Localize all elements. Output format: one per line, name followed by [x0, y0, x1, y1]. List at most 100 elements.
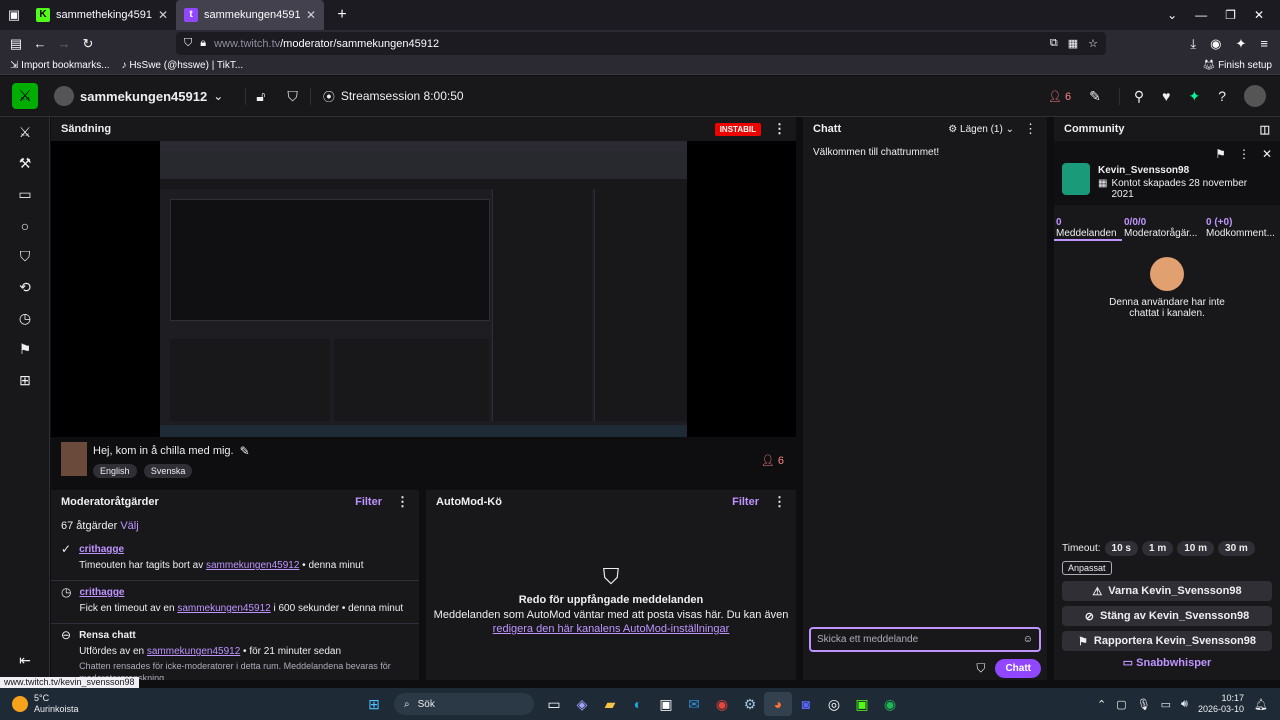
clock[interactable]: 10:17 2026-03-10: [1198, 693, 1244, 715]
close-icon[interactable]: ✕: [1262, 147, 1272, 161]
list-all-tabs-icon[interactable]: ⌄: [1167, 8, 1177, 22]
taskbar-search[interactable]: ⌕ Sök: [394, 693, 534, 715]
sword-icon[interactable]: ⚔: [0, 117, 50, 148]
history-icon[interactable]: ⟲: [0, 272, 50, 303]
chat-bubble-icon[interactable]: ▭: [0, 179, 50, 210]
copilot-icon[interactable]: ◈: [568, 692, 596, 716]
mod-link[interactable]: sammekungen45912: [147, 646, 240, 657]
sparkle-icon[interactable]: ✦: [1188, 88, 1200, 105]
reload-icon[interactable]: ↻: [76, 36, 100, 52]
ban-user-button[interactable]: ⊘ Stäng av Kevin_Svensson98: [1062, 606, 1272, 626]
exit-icon[interactable]: ⇤: [0, 645, 50, 676]
sidebar-toggle-icon[interactable]: ▤: [4, 36, 28, 52]
timeout-1m-button[interactable]: 1 m: [1142, 541, 1174, 556]
shield-icon[interactable]: ⛉: [0, 241, 50, 272]
file-explorer-icon[interactable]: ▰: [596, 692, 624, 716]
back-icon[interactable]: ←: [28, 36, 52, 51]
automod-settings-link[interactable]: redigera den här kanalens AutoMod-instäl…: [426, 623, 796, 635]
chrome-icon[interactable]: ◉: [708, 692, 736, 716]
bookmark-star-icon[interactable]: ☆: [1088, 37, 1098, 50]
close-tab-icon[interactable]: ✕: [306, 8, 316, 22]
mod-link[interactable]: sammekungen45912: [206, 560, 299, 571]
edit-icon[interactable]: ✎: [1089, 88, 1101, 105]
shield-icon[interactable]: ⛉: [275, 88, 310, 105]
menu-icon[interactable]: ≡: [1260, 36, 1268, 52]
username[interactable]: Kevin_Svensson98: [1098, 165, 1268, 176]
chevron-up-icon[interactable]: ⌃: [1097, 698, 1106, 711]
spotify-icon[interactable]: ◉: [876, 692, 904, 716]
video-player[interactable]: [160, 141, 687, 437]
minimize-icon[interactable]: —: [1195, 8, 1207, 22]
close-tab-icon[interactable]: ✕: [158, 8, 168, 22]
microphone-icon[interactable]: 🎙︎: [1137, 698, 1151, 711]
expand-icon[interactable]: ◫: [1260, 123, 1270, 136]
tag-pill[interactable]: English: [93, 464, 137, 478]
avatar[interactable]: [1244, 85, 1266, 107]
forward-icon[interactable]: →: [52, 36, 76, 51]
timeout-30m-button[interactable]: 30 m: [1218, 541, 1255, 556]
chat-input[interactable]: Skicka ett meddelande ☺: [809, 627, 1041, 652]
add-widget-icon[interactable]: ⊞: [0, 365, 50, 396]
obs-icon[interactable]: ◎: [820, 692, 848, 716]
more-options-icon[interactable]: ⋮: [1024, 121, 1037, 137]
network-icon[interactable]: ▭: [1161, 698, 1171, 711]
circle-icon[interactable]: ○: [0, 210, 50, 241]
send-chat-button[interactable]: Chatt: [995, 659, 1041, 678]
lock-icon[interactable]: 🔓︎: [245, 87, 275, 105]
window-close-icon[interactable]: ✕: [1254, 8, 1264, 22]
task-view-icon[interactable]: ▭: [540, 692, 568, 716]
more-options-icon[interactable]: ⋮: [1238, 147, 1250, 161]
flag-icon[interactable]: ⚑: [1215, 147, 1226, 161]
shield-icon[interactable]: ⛉: [976, 661, 985, 676]
tab-list-icon[interactable]: ▣: [0, 7, 28, 23]
select-link[interactable]: Välj: [120, 520, 138, 532]
bookmark-import[interactable]: ⇲ Import bookmarks...: [10, 60, 110, 71]
help-icon[interactable]: ?: [1218, 88, 1226, 104]
mod-view-logo[interactable]: ⚔: [12, 83, 38, 109]
chat-modes-dropdown[interactable]: ⚙ Lägen (1) ⌄: [948, 124, 1014, 135]
weather-widget[interactable]: 5°C Aurinkoista: [0, 693, 200, 715]
report-user-button[interactable]: ⚑ Rapportera Kevin_Svensson98: [1062, 631, 1272, 651]
timer-icon[interactable]: ◷: [0, 303, 50, 334]
edit-icon[interactable]: ✎: [240, 444, 250, 458]
tag-pill[interactable]: Svenska: [143, 464, 193, 478]
user-link[interactable]: crithagge: [79, 542, 363, 558]
tab-mod-actions[interactable]: 0/0/0 Moderatorågär...: [1122, 217, 1204, 241]
volume-icon[interactable]: 🔊︎: [1181, 698, 1188, 711]
warn-user-button[interactable]: ⚠ Varna Kevin_Svensson98: [1062, 581, 1272, 601]
heart-icon[interactable]: ♥: [1162, 88, 1170, 104]
tab-mod-comments[interactable]: 0 (+0) Modkomment...: [1204, 217, 1280, 241]
viewer-count[interactable]: 👤︎ 6: [1048, 90, 1071, 103]
firefox-icon[interactable]: ◕: [764, 692, 792, 716]
extensions-icon[interactable]: ✦: [1236, 36, 1247, 52]
downloads-icon[interactable]: ⤓: [1190, 36, 1196, 52]
tab-messages[interactable]: 0 Meddelanden: [1054, 217, 1122, 241]
outlook-icon[interactable]: ✉: [680, 692, 708, 716]
bookmark-finish-setup[interactable]: 🦊︎ Finish setup: [1203, 60, 1280, 71]
new-tab-icon[interactable]: +: [330, 6, 354, 24]
maximize-icon[interactable]: ❐: [1225, 8, 1236, 22]
custom-timeout-button[interactable]: Anpassat: [1062, 561, 1112, 575]
store-icon[interactable]: ▣: [652, 692, 680, 716]
steam-icon[interactable]: ⚙: [736, 692, 764, 716]
windows-start-icon[interactable]: ⊞: [360, 692, 388, 716]
quick-whisper-button[interactable]: ▭ Snabbwhisper: [1054, 656, 1280, 669]
discord-icon[interactable]: ◙: [792, 692, 820, 716]
notification-bell-icon[interactable]: 🔔︎: [1254, 698, 1268, 711]
url-bar[interactable]: ⛉ 🔒︎ www.twitch.tv/moderator/sammekungen…: [176, 32, 1106, 55]
tray-app-icon[interactable]: ▢: [1116, 698, 1126, 711]
kick-app-icon[interactable]: ▣: [848, 692, 876, 716]
timeout-10m-button[interactable]: 10 m: [1177, 541, 1215, 556]
timeout-10s-button[interactable]: 10 s: [1104, 541, 1138, 556]
more-options-icon[interactable]: ⋮: [773, 121, 786, 137]
filter-button[interactable]: Filter: [355, 496, 382, 508]
mod-link[interactable]: sammekungen45912: [177, 603, 270, 614]
filter-button[interactable]: Filter: [732, 496, 759, 508]
pin-icon[interactable]: ⚲: [1118, 87, 1144, 105]
picture-in-picture-icon[interactable]: ⧉: [1050, 37, 1058, 50]
report-icon[interactable]: ⚑: [0, 334, 50, 365]
hammer-icon[interactable]: ⚒: [0, 148, 50, 179]
account-icon[interactable]: ◉: [1210, 36, 1221, 52]
more-options-icon[interactable]: ⋮: [773, 494, 786, 510]
channel-selector[interactable]: sammekungen45912 ⌄: [54, 86, 223, 106]
